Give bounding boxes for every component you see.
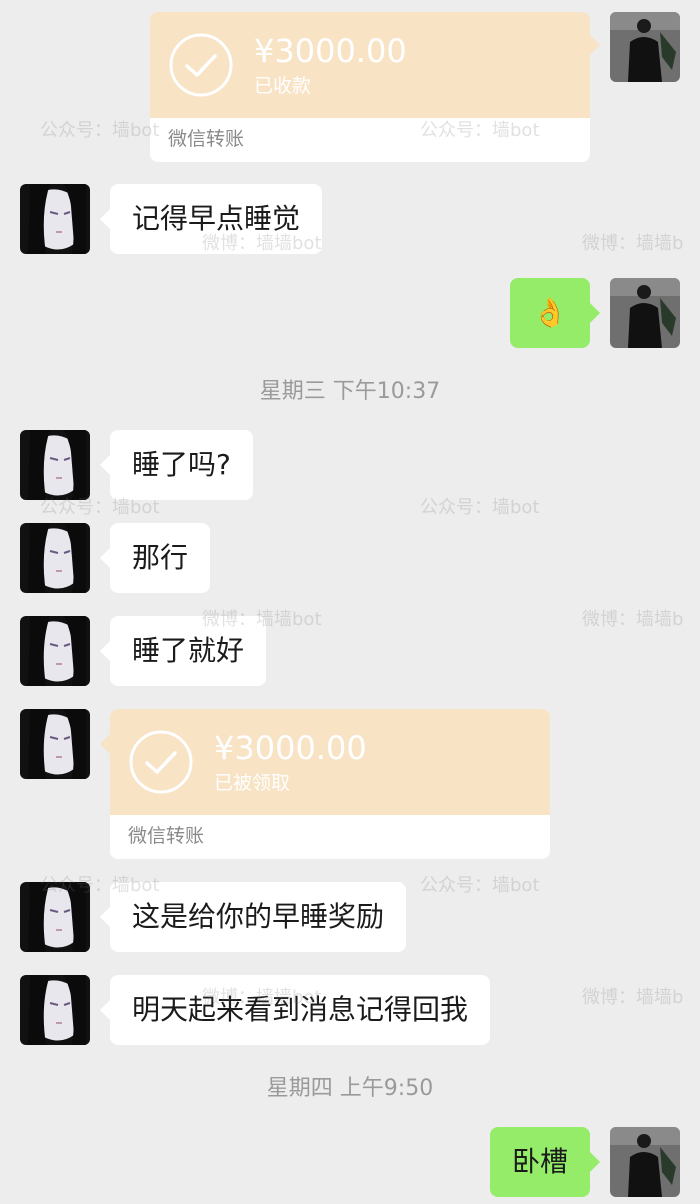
- message-bubble[interactable]: 那行: [99, 523, 211, 593]
- transfer-amount: ¥3000.00: [254, 32, 407, 70]
- check-circle-icon: [129, 730, 193, 794]
- watermark: 微博：墙墙bot: [202, 987, 322, 1008]
- watermark: 公众号：墙bot: [420, 497, 540, 518]
- avatar-other[interactable]: [20, 523, 90, 593]
- transfer-card-claimed[interactable]: ¥3000.00 已被领取 微信转账: [110, 709, 550, 859]
- avatar-other[interactable]: [20, 975, 90, 1045]
- avatar-self[interactable]: [610, 278, 680, 348]
- transfer-status: 已收款: [254, 75, 312, 97]
- watermark: 微博：墙墙bot: [202, 609, 322, 630]
- watermark: 公众号：墙bot: [40, 875, 160, 896]
- avatar-other[interactable]: [20, 430, 90, 500]
- avatar-other[interactable]: [20, 709, 90, 779]
- avatar-self[interactable]: [610, 12, 680, 82]
- transfer-label: 微信转账: [128, 825, 205, 847]
- watermark: 公众号：墙bot: [40, 497, 160, 518]
- avatar-other[interactable]: [20, 184, 90, 254]
- message-bubble[interactable]: 卧槽: [490, 1127, 600, 1197]
- transfer-amount: ¥3000.00: [214, 729, 367, 767]
- watermark: 公众号：墙bot: [420, 875, 540, 896]
- transfer-status: 已被领取: [214, 772, 291, 794]
- watermark: 微博：墙墙bot: [202, 233, 322, 254]
- watermark: 公众号：墙bot: [420, 120, 540, 141]
- avatar-self[interactable]: [610, 1127, 680, 1197]
- watermark: 微博：墙墙b: [582, 987, 684, 1008]
- timestamp: 星期四 上午9:50: [266, 1076, 434, 1101]
- watermark: 公众号：墙bot: [40, 120, 160, 141]
- ok-hand-icon: 👌: [532, 296, 568, 329]
- check-circle-icon: [169, 33, 233, 97]
- avatar-other[interactable]: [20, 616, 90, 686]
- message-bubble[interactable]: 睡了吗?: [100, 430, 253, 500]
- timestamp: 星期三 下午10:37: [259, 379, 441, 404]
- transfer-label: 微信转账: [168, 128, 245, 150]
- watermark: 微博：墙墙b: [582, 233, 684, 254]
- watermark: 微博：墙墙b: [582, 609, 684, 630]
- emoji-message[interactable]: 👌: [510, 278, 600, 348]
